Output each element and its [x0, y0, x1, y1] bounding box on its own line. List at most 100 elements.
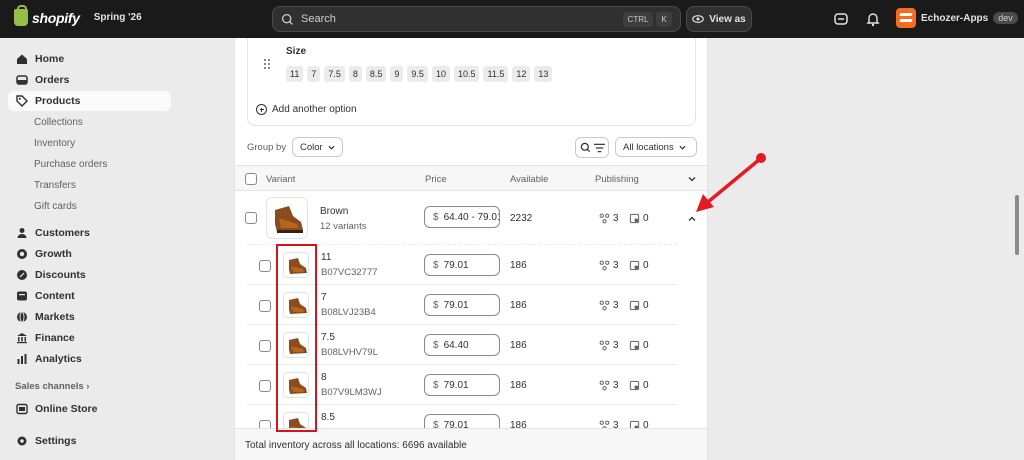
available-count: 2232	[510, 213, 533, 224]
channels-count: 3	[613, 340, 619, 351]
select-all-checkbox[interactable]	[245, 173, 257, 185]
sidebar-item-label: Online Store	[35, 403, 98, 415]
filter-icon	[593, 143, 605, 152]
publishing-catalogs: 0	[629, 380, 649, 391]
inventory-total-footer: Total inventory across all locations: 66…	[235, 428, 707, 460]
sidebar-item-discounts[interactable]: Discounts	[8, 265, 171, 285]
shopify-bag-icon	[14, 5, 28, 26]
search-placeholder: Search	[301, 13, 336, 25]
sidebar-item-analytics[interactable]: Analytics	[8, 349, 171, 369]
available-count: 186	[510, 300, 527, 311]
search-filter-button[interactable]	[575, 137, 609, 158]
catalog-icon	[629, 340, 640, 351]
locations-select[interactable]: All locations	[615, 137, 697, 157]
shopify-logo[interactable]: shopify Spring '26	[14, 5, 142, 26]
price-value: 79.01	[443, 299, 469, 311]
price-field[interactable]: $64.40	[424, 334, 500, 356]
sidebar-subitem-gift-cards[interactable]: Gift cards	[34, 201, 77, 212]
catalog-icon	[629, 380, 640, 391]
size-chip: 13	[534, 66, 553, 82]
home-icon	[17, 54, 27, 64]
channels-count: 3	[613, 380, 619, 391]
sidebar-item-content[interactable]: Content	[8, 286, 171, 306]
sidebar-item-settings[interactable]: Settings	[8, 431, 171, 451]
publishing-channels: 3	[599, 380, 619, 391]
group-by-select[interactable]: Color	[292, 137, 343, 157]
store-menu[interactable]: Echozer-Apps dev	[896, 8, 1018, 28]
channels-icon	[599, 300, 610, 311]
variant-sku: B07VC32777	[321, 267, 378, 278]
option-name: Size	[286, 46, 307, 57]
person-icon	[17, 228, 27, 238]
group-title: Brown	[320, 206, 349, 217]
catalogs-count: 0	[643, 300, 649, 311]
size-chip: 7.5	[324, 66, 345, 82]
page-scrollbar[interactable]	[1015, 195, 1019, 255]
sidebar-item-growth[interactable]: Growth	[8, 244, 171, 264]
store-avatar	[896, 8, 916, 28]
publishing-catalogs: 0	[629, 213, 649, 224]
row-checkbox[interactable]	[259, 300, 271, 312]
assistant-icon[interactable]	[833, 11, 849, 27]
sidebar-item-label: Customers	[35, 227, 90, 239]
sidebar-item-label: Analytics	[35, 353, 82, 365]
price-range-field[interactable]: $ 64.40 - 79.01	[424, 206, 500, 228]
search-input[interactable]: Search CTRL K	[272, 6, 681, 32]
group-subtitle: 12 variants	[320, 221, 367, 232]
column-available: Available	[510, 174, 549, 185]
sidebar-item-products[interactable]: Products	[8, 91, 171, 111]
sidebar-subitem-inventory[interactable]: Inventory	[34, 138, 75, 149]
row-checkbox[interactable]	[245, 212, 257, 224]
drag-handle-icon[interactable]	[263, 58, 271, 70]
variant-group-row[interactable]: Brown 12 variants $ 64.40 - 79.01 2232 3…	[235, 191, 707, 245]
publishing-catalogs: 0	[629, 300, 649, 311]
bell-icon[interactable]	[865, 11, 881, 27]
globe-icon	[17, 311, 27, 323]
view-as-button[interactable]: View as	[686, 6, 752, 32]
inbox-icon	[16, 75, 28, 85]
brand-name: shopify	[32, 9, 80, 26]
price-value: 64.40 - 79.01	[443, 211, 500, 223]
sidebar-item-label: Products	[35, 95, 81, 107]
available-count: 186	[510, 260, 527, 271]
price-field[interactable]: $79.01	[424, 374, 500, 396]
row-checkbox[interactable]	[259, 380, 271, 392]
sidebar-item-customers[interactable]: Customers	[8, 223, 171, 243]
size-values: 11 7 7.5 8 8.5 9 9.5 10 10.5 11.5 12 13	[286, 66, 553, 82]
row-checkbox[interactable]	[259, 340, 271, 352]
price-value: 79.01	[443, 379, 469, 391]
price-field[interactable]: $79.01	[424, 294, 500, 316]
price-field[interactable]: $79.01	[424, 254, 500, 276]
currency-symbol: $	[433, 211, 439, 223]
currency-symbol: $	[433, 339, 439, 351]
add-another-option-button[interactable]: Add another option	[256, 104, 357, 115]
sidebar-item-orders[interactable]: Orders	[8, 70, 171, 90]
row-checkbox[interactable]	[259, 260, 271, 272]
boot-image	[275, 206, 303, 233]
product-thumbnail	[266, 197, 308, 239]
annotation-arrow-icon	[696, 153, 766, 212]
sales-channels-heading[interactable]: Sales channels ›	[15, 381, 89, 392]
sidebar-item-online-store[interactable]: Online Store	[8, 399, 171, 419]
publishing-catalogs: 0	[629, 340, 649, 351]
tag-icon	[16, 95, 28, 107]
variant-title: 7	[321, 292, 327, 303]
sidebar-subitem-collections[interactable]: Collections	[34, 117, 83, 128]
sidebar-item-home[interactable]: Home	[8, 49, 171, 69]
store-icon	[16, 403, 28, 415]
variant-title: 8.5	[321, 412, 335, 423]
sidebar-subitem-transfers[interactable]: Transfers	[34, 180, 76, 191]
publishing-channels: 3	[599, 213, 619, 224]
sidebar-item-finance[interactable]: Finance	[8, 328, 171, 348]
sidebar-item-markets[interactable]: Markets	[8, 307, 171, 327]
publishing-channels: 3	[599, 300, 619, 311]
sidebar-subitem-purchase-orders[interactable]: Purchase orders	[34, 159, 107, 170]
add-another-option-label: Add another option	[272, 104, 357, 115]
sidebar-item-label: Settings	[35, 435, 77, 447]
variant-sku: B07V9LM3WJ	[321, 387, 382, 398]
size-chip: 11	[286, 66, 304, 82]
table-header: Variant Price Available Publishing	[235, 165, 707, 191]
catalogs-count: 0	[643, 380, 649, 391]
size-chip: 10	[431, 66, 450, 82]
column-variant: Variant	[266, 174, 296, 185]
